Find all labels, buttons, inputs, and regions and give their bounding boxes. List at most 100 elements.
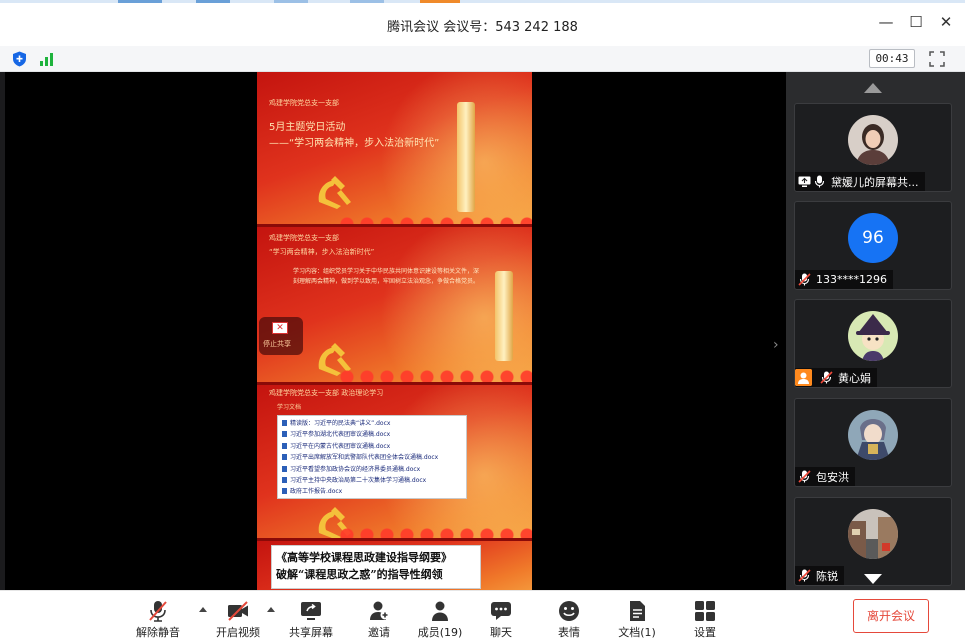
participant-name: 黄心娟 xyxy=(838,371,871,385)
close-window-button[interactable]: ✕ xyxy=(938,14,954,30)
screen-share-icon xyxy=(798,176,811,187)
signal-bars-icon[interactable] xyxy=(40,52,56,66)
emoji-button[interactable]: 表情 xyxy=(547,591,591,642)
start-video-button[interactable]: 开启视频 xyxy=(210,591,266,642)
unmute-label: 解除静音 xyxy=(136,626,180,639)
slide-subtitle: ——“学习两会精神，步入法治新时代” xyxy=(269,138,440,149)
leave-meeting-button[interactable]: 离开会议 xyxy=(853,599,929,633)
participant-name-bar: 黄心娟 xyxy=(795,368,877,387)
participant-tile[interactable]: 黄心娟 xyxy=(794,299,952,388)
video-options-caret[interactable] xyxy=(267,607,275,612)
documents-label: 文档(1) xyxy=(618,626,656,639)
scroll-down-icon[interactable] xyxy=(864,574,882,584)
participant-name-bar: 133****1296 xyxy=(795,270,893,289)
taskbar-strip xyxy=(0,0,965,3)
share-screen-icon xyxy=(301,602,321,620)
file-list: 精读版：习近平的民法典“讲义”.docx 习近平参加湖北代表团审议通稿.docx… xyxy=(277,415,467,499)
slide-title-card: 《高等学校课程思政建设指导纲要》 破解“课程思政之惑”的指导性纲领 xyxy=(271,545,481,589)
unmute-button[interactable]: 解除静音 xyxy=(130,591,186,642)
participant-video-panel: 黛媛儿的屏幕共... 96 133****1296 黄心娟 包安洪 陈锐 xyxy=(786,72,965,590)
file-item[interactable]: 习近平参加湖北代表团审议通稿.docx xyxy=(282,429,462,440)
shared-document[interactable]: 鸡建学院党总支一支部 5月主题党日活动 ——“学习两会精神，步入法治新时代” 鸡… xyxy=(257,72,532,590)
audio-options-caret[interactable] xyxy=(199,607,207,612)
participant-name: 陈锐 xyxy=(816,569,838,583)
chevron-right-icon[interactable]: › xyxy=(773,337,785,353)
slide-header: 鸡建学院党总支一支部 xyxy=(269,234,339,242)
host-icon xyxy=(795,369,812,386)
file-item[interactable]: 习近平主持中央政治局第二十次集体学习通稿.docx xyxy=(282,475,462,486)
file-item[interactable]: 精读版：习近平的民法典“讲义”.docx xyxy=(282,418,462,429)
meeting-toolbar: 解除静音 开启视频 共享屏幕 邀请 成员(19) 聊天 表情 文档(1) 设置 … xyxy=(0,590,965,642)
slide-1: 鸡建学院党总支一支部 5月主题党日活动 ——“学习两会精神，步入法治新时代” xyxy=(257,72,532,227)
participant-name-bar: 包安洪 xyxy=(795,467,855,486)
slide-subtitle: “学习两会精神，步入法治新时代” xyxy=(269,248,375,256)
window-title: 腾讯会议 会议号：543 242 188 xyxy=(387,20,578,35)
settings-grid-icon xyxy=(695,601,715,621)
participant-tile[interactable]: 包安洪 xyxy=(794,398,952,487)
avatar xyxy=(848,115,898,165)
close-icon[interactable]: ✕ xyxy=(272,322,288,334)
members-icon xyxy=(432,601,448,621)
participant-name: 包安洪 xyxy=(816,470,849,484)
stop-share-chip[interactable]: ✕ 停止共享 xyxy=(259,317,303,355)
participant-name-bar: 黛媛儿的屏幕共... xyxy=(795,172,925,191)
file-item[interactable]: 习近平出席解放军和武警部队代表团全体会议通稿.docx xyxy=(282,452,462,463)
mic-muted-icon xyxy=(149,601,167,622)
file-item[interactable]: 政府工作报告.docx xyxy=(282,486,462,497)
slide-title: 《高等学校课程思政建设指导纲要》 xyxy=(276,551,452,564)
settings-label: 设置 xyxy=(694,626,716,639)
slide-body-text: 学习内容：组织党员学习关于中华民族共同体意识建设等相关文件，深刻理解两会精神，做… xyxy=(293,268,480,285)
add-user-icon xyxy=(370,601,390,620)
documents-button[interactable]: 文档(1) xyxy=(610,591,664,642)
mic-muted-icon xyxy=(820,371,833,384)
shield-icon[interactable] xyxy=(12,51,27,67)
slide-4: 《高等学校课程思政建设指导纲要》 破解“课程思政之惑”的指导性纲领 xyxy=(257,541,532,590)
participant-tile[interactable]: 陈锐 xyxy=(794,497,952,586)
invite-button[interactable]: 邀请 xyxy=(357,591,401,642)
participant-name: 133****1296 xyxy=(816,273,887,286)
emoji-label: 表情 xyxy=(558,626,580,639)
video-off-icon xyxy=(228,601,248,621)
minimize-button[interactable]: — xyxy=(878,14,894,30)
shared-screen-area: 鸡建学院党总支一支部 5月主题党日活动 ——“学习两会精神，步入法治新时代” 鸡… xyxy=(5,72,786,590)
mic-muted-icon xyxy=(798,569,811,582)
participant-name-bar: 陈锐 xyxy=(795,566,844,585)
title-bar: 腾讯会议 会议号：543 242 188 — ☐ ✕ xyxy=(0,0,965,46)
maximize-button[interactable]: ☐ xyxy=(908,14,924,30)
chat-icon xyxy=(491,602,511,620)
avatar xyxy=(848,410,898,460)
meeting-timer: 00:43 xyxy=(869,49,915,68)
chat-label: 聊天 xyxy=(490,626,512,639)
avatar xyxy=(848,311,898,361)
file-item[interactable]: 习近平在内蒙古代表团审议通稿.docx xyxy=(282,441,462,452)
mic-muted-icon xyxy=(798,470,811,483)
party-emblem-icon xyxy=(318,176,351,209)
avatar: 96 xyxy=(848,213,898,263)
mic-on-icon xyxy=(814,175,825,188)
fullscreen-icon[interactable] xyxy=(929,51,945,67)
share-screen-button[interactable]: 共享屏幕 xyxy=(283,591,339,642)
slide-subtitle: 破解“课程思政之惑”的指导性纲领 xyxy=(276,568,443,581)
chat-button[interactable]: 聊天 xyxy=(479,591,523,642)
members-button[interactable]: 成员(19) xyxy=(412,591,468,642)
mic-muted-icon xyxy=(798,273,811,286)
slide-2: 鸡建学院党总支一支部 “学习两会精神，步入法治新时代” 学习内容：组织党员学习关… xyxy=(257,227,532,385)
invite-label: 邀请 xyxy=(368,626,390,639)
slide-header: 鸡建学院党总支一支部 政治理论学习 xyxy=(269,389,384,397)
share-screen-label: 共享屏幕 xyxy=(289,626,333,639)
meeting-status-bar: 00:43 xyxy=(0,46,965,72)
avatar xyxy=(848,509,898,559)
file-item[interactable]: 习近平看望参加政协会议的经济界委员通稿.docx xyxy=(282,464,462,475)
settings-button[interactable]: 设置 xyxy=(683,591,727,642)
slide-section: 学习文档 xyxy=(277,404,302,411)
slide-3: 鸡建学院党总支一支部 政治理论学习 学习文档 精读版：习近平的民法典“讲义”.d… xyxy=(257,385,532,541)
slide-title: 5月主题党日活动 xyxy=(269,122,346,133)
participant-name: 黛媛儿的屏幕共... xyxy=(831,175,919,189)
participant-tile[interactable]: 黛媛儿的屏幕共... xyxy=(794,103,952,192)
members-label: 成员(19) xyxy=(417,626,463,639)
participant-tile[interactable]: 96 133****1296 xyxy=(794,201,952,290)
emoji-icon xyxy=(559,601,579,621)
scroll-up-icon[interactable] xyxy=(864,83,882,93)
stop-share-label: 停止共享 xyxy=(263,340,291,348)
start-video-label: 开启视频 xyxy=(216,626,260,639)
